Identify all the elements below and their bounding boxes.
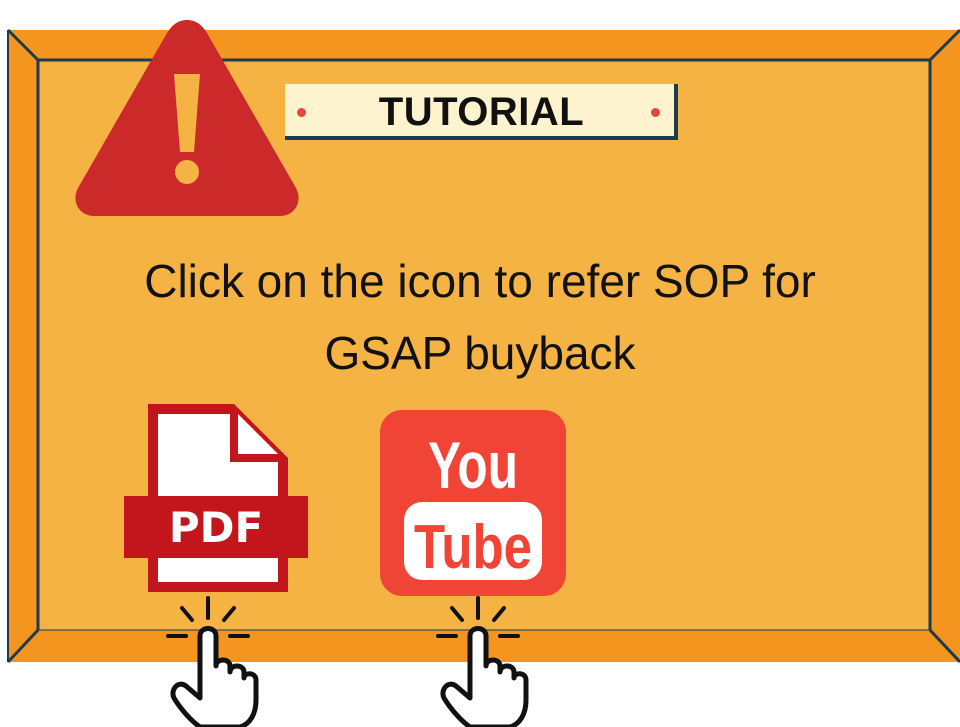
youtube-label-tube: Tube (414, 513, 532, 582)
tutorial-badge: TUTORIAL (285, 84, 678, 140)
instruction-text: Click on the icon to refer SOP for GSAP … (40, 245, 920, 389)
pdf-file-icon[interactable]: PDF (122, 400, 310, 596)
tap-hand-icon (166, 596, 259, 727)
tap-hand-icon (436, 596, 529, 727)
instruction-line-1: Click on the icon to refer SOP for (144, 255, 816, 307)
badge-bullet-right (651, 108, 660, 117)
tutorial-card: TUTORIAL Click on the icon to refer SOP … (0, 0, 960, 727)
youtube-icon[interactable]: You Tube (380, 410, 566, 596)
instruction-line-2: GSAP buyback (324, 327, 636, 379)
badge-label: TUTORIAL (378, 90, 585, 134)
warning-triangle-icon (75, 20, 299, 216)
pdf-label: PDF (169, 503, 263, 552)
youtube-label-you: You (428, 428, 518, 502)
